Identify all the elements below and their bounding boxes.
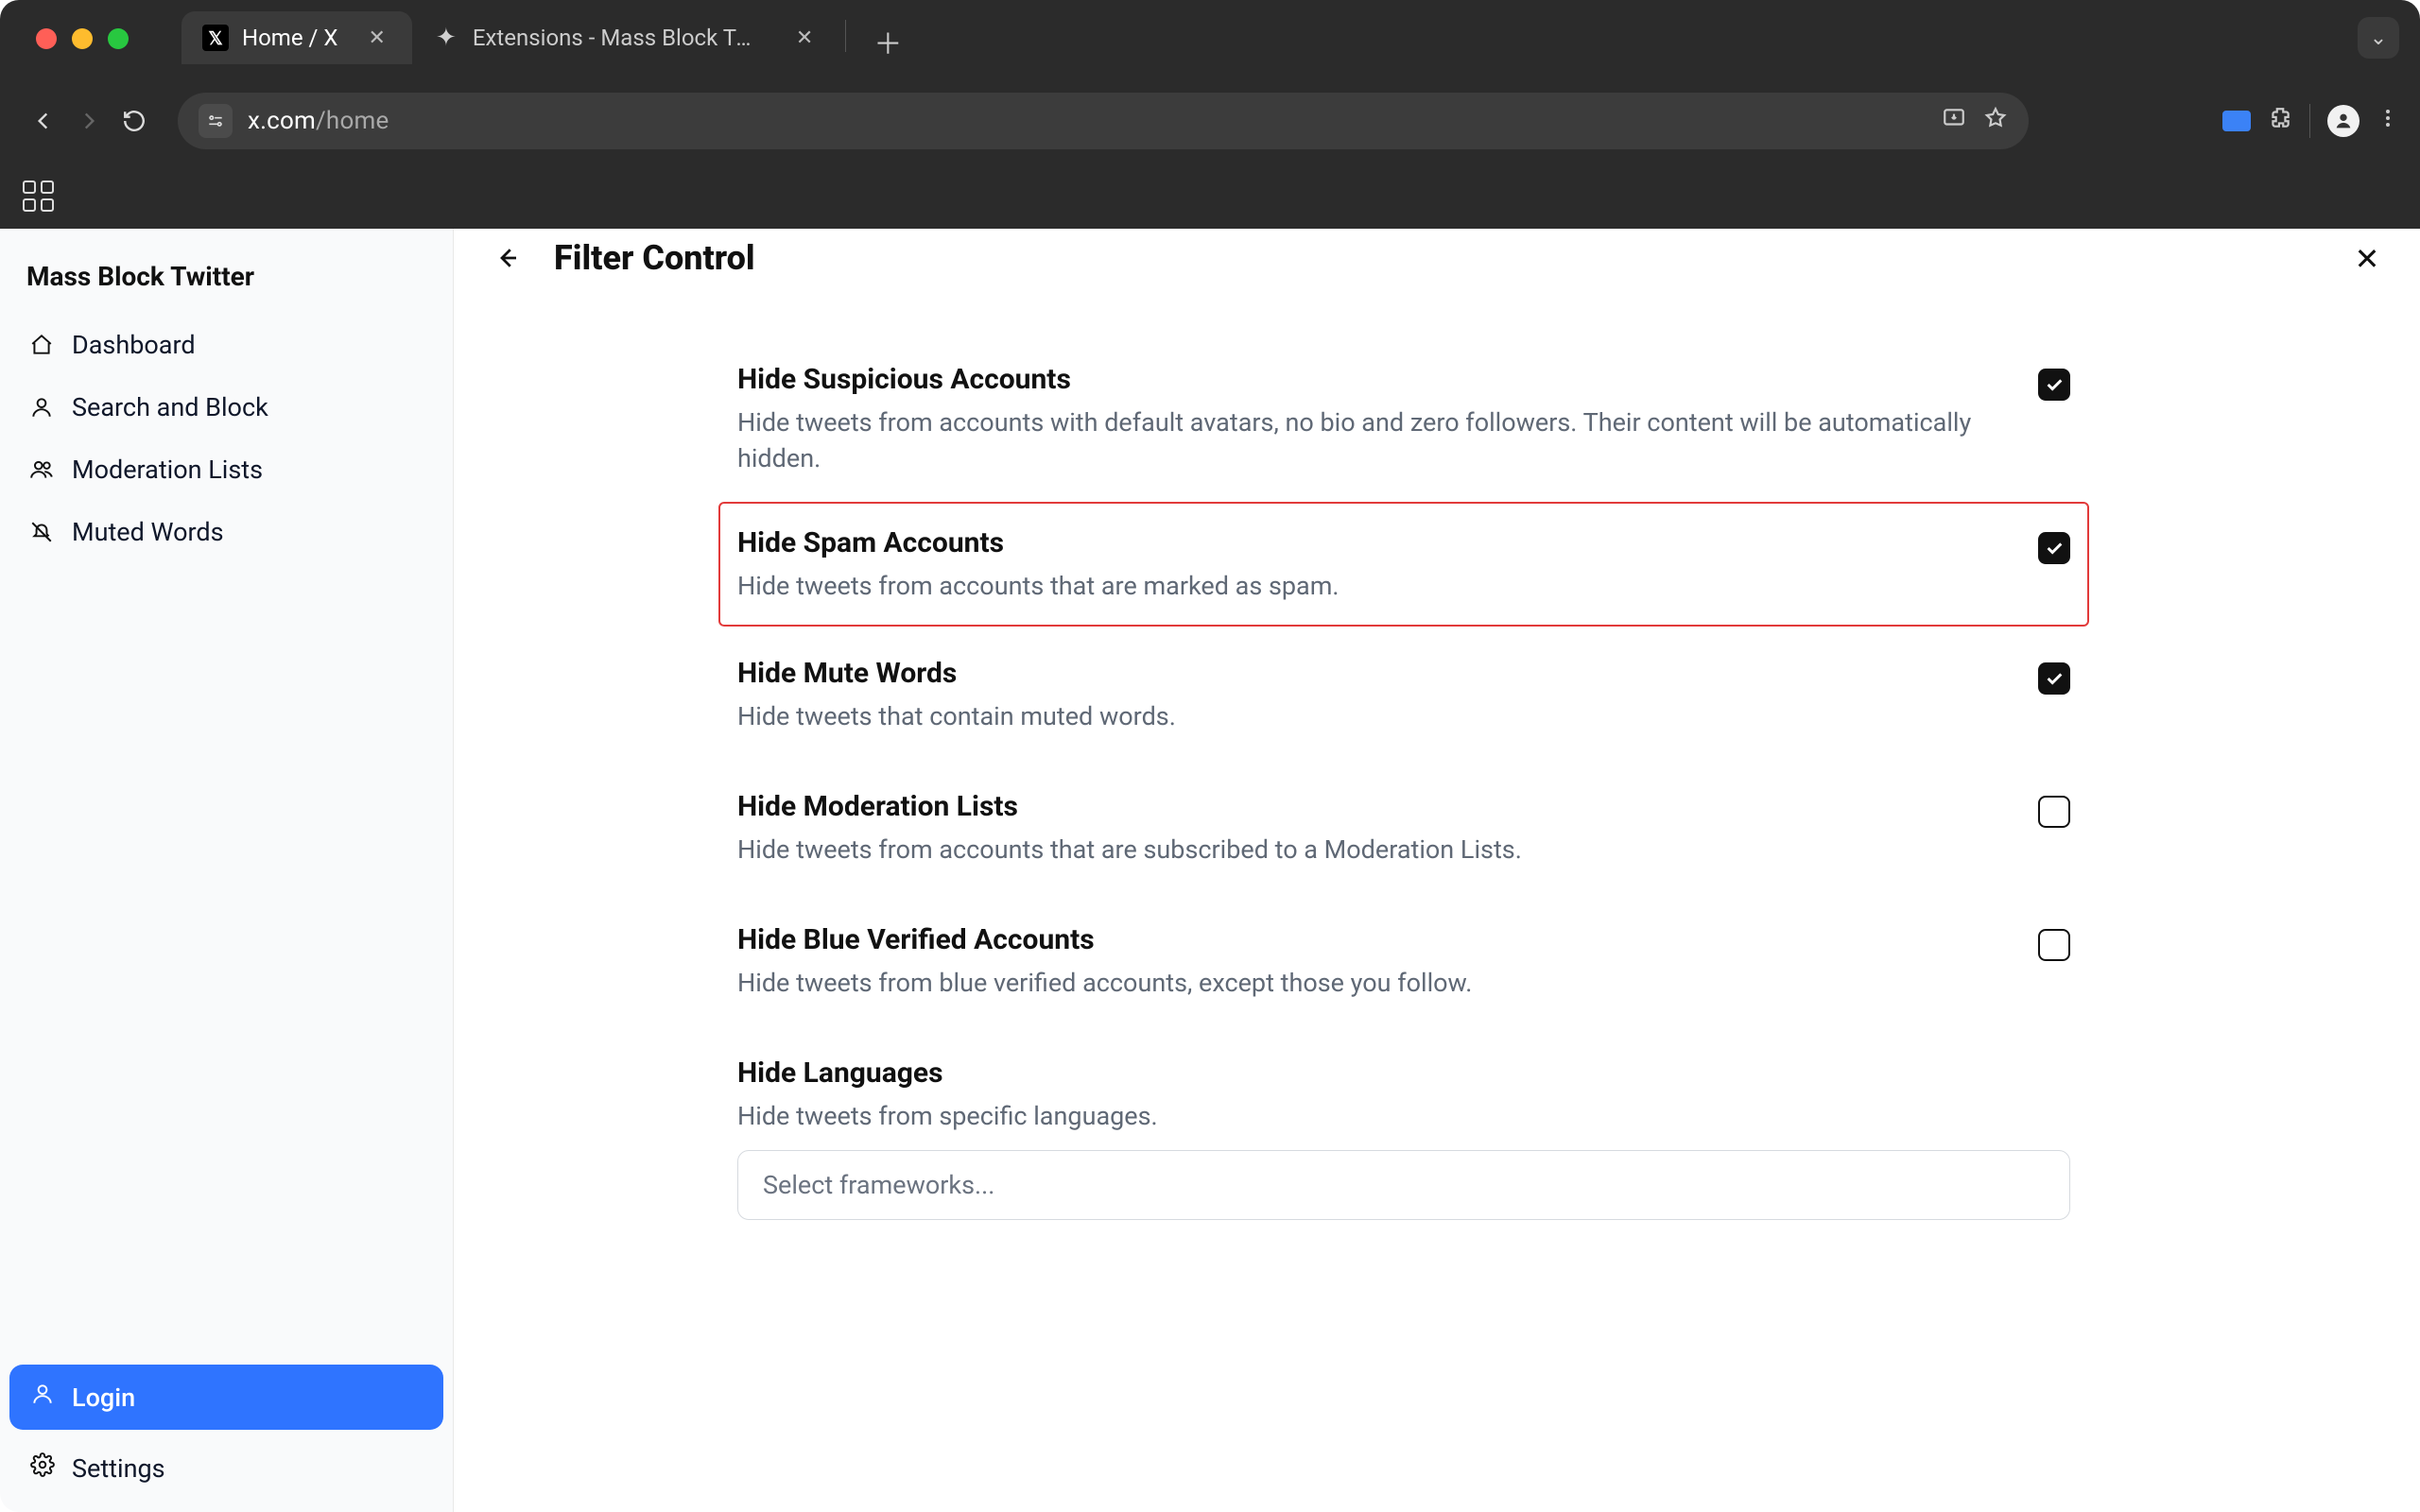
- filter-description: Hide tweets from accounts that are marke…: [737, 569, 2010, 605]
- browser-chrome: 𝕏 Home / X ✕ ✦ Extensions - Mass Block T…: [0, 0, 2420, 229]
- nav-forward-button[interactable]: [66, 98, 112, 144]
- user-outline-icon: [30, 1382, 55, 1413]
- sidebar-item-muted-words[interactable]: Muted Words: [9, 502, 443, 562]
- url-host: x.com: [248, 107, 316, 135]
- user-icon: [28, 394, 55, 421]
- bookmark-star-icon[interactable]: [1983, 106, 2008, 137]
- filter-row-spam: Hide Spam Accounts Hide tweets from acco…: [718, 502, 2089, 627]
- install-app-icon[interactable]: [1942, 106, 1966, 137]
- tabstrip: 𝕏 Home / X ✕ ✦ Extensions - Mass Block T…: [182, 8, 910, 64]
- gear-icon: [30, 1452, 55, 1484]
- filter-settings-panel: Hide Suspicious Accounts Hide tweets fro…: [718, 333, 2089, 1245]
- extension-favicon-icon: ✦: [433, 25, 459, 51]
- login-button[interactable]: Login: [9, 1365, 443, 1430]
- filter-checkbox-blue-verified[interactable]: [2038, 929, 2070, 961]
- filter-checkbox-spam[interactable]: [2038, 532, 2070, 564]
- settings-label: Settings: [72, 1453, 165, 1484]
- page-title: Filter Control: [554, 238, 755, 278]
- window-controls: [36, 28, 129, 49]
- page-header: Filter Control: [488, 238, 755, 278]
- bell-off-icon: [28, 519, 55, 545]
- filter-title: Hide Suspicious Accounts: [737, 363, 2010, 396]
- filter-checkbox-moderation-lists[interactable]: [2038, 796, 2070, 828]
- back-button[interactable]: [488, 239, 526, 277]
- toolbar-separator: [2309, 104, 2310, 138]
- sidebar-item-label: Search and Block: [72, 392, 268, 422]
- url-path: /home: [316, 107, 389, 135]
- nav-reload-button[interactable]: [112, 98, 157, 144]
- window-zoom-button[interactable]: [108, 28, 129, 49]
- sidebar-item-dashboard[interactable]: Dashboard: [9, 315, 443, 375]
- x-favicon-icon: 𝕏: [202, 25, 229, 51]
- site-settings-icon[interactable]: [199, 104, 233, 138]
- profile-avatar-button[interactable]: [2327, 105, 2360, 137]
- users-icon: [28, 456, 55, 483]
- filter-title: Hide Blue Verified Accounts: [737, 923, 2010, 956]
- filter-description: Hide tweets that contain muted words.: [737, 699, 2010, 735]
- kebab-menu-icon[interactable]: [2377, 107, 2399, 136]
- filter-description: Hide tweets from accounts that are subsc…: [737, 833, 2010, 868]
- filter-title: Hide Moderation Lists: [737, 790, 2010, 823]
- tab-title: Home / X: [242, 25, 337, 51]
- filter-description: Hide tweets from specific languages.: [737, 1099, 2070, 1135]
- sidebar-item-search-block[interactable]: Search and Block: [9, 377, 443, 438]
- nav-back-button[interactable]: [21, 98, 66, 144]
- tab-separator: [845, 20, 846, 52]
- sidebar-item-label: Dashboard: [72, 330, 196, 360]
- tabs-overflow-button[interactable]: ⌄: [2358, 17, 2399, 59]
- sidebar-item-settings[interactable]: Settings: [9, 1437, 443, 1499]
- filter-row-suspicious: Hide Suspicious Accounts Hide tweets fro…: [718, 333, 2089, 502]
- page: Mass Block Twitter Dashboard Search and …: [0, 229, 2420, 1512]
- filter-row-blue-verified: Hide Blue Verified Accounts Hide tweets …: [718, 893, 2089, 1026]
- new-tab-button[interactable]: ＋: [865, 19, 910, 64]
- home-icon: [28, 332, 55, 358]
- window-minimize-button[interactable]: [72, 28, 93, 49]
- window-close-button[interactable]: [36, 28, 57, 49]
- sidebar-item-label: Muted Words: [72, 517, 224, 547]
- sidebar-item-label: Moderation Lists: [72, 455, 263, 485]
- filter-title: Hide Mute Words: [737, 657, 2010, 690]
- filter-row-languages: Hide Languages Hide tweets from specific…: [718, 1026, 2089, 1245]
- filter-title: Hide Languages: [737, 1057, 2070, 1090]
- filter-description: Hide tweets from accounts with default a…: [737, 405, 2010, 477]
- filter-row-moderation-lists: Hide Moderation Lists Hide tweets from a…: [718, 760, 2089, 893]
- tab-home-x[interactable]: 𝕏 Home / X ✕: [182, 11, 412, 64]
- sidebar: Mass Block Twitter Dashboard Search and …: [0, 229, 454, 1512]
- sidebar-item-moderation-lists[interactable]: Moderation Lists: [9, 439, 443, 500]
- omnibox[interactable]: x.com/home: [178, 93, 2029, 149]
- tab-close-button[interactable]: ✕: [796, 26, 813, 50]
- sidebar-title: Mass Block Twitter: [9, 251, 443, 315]
- filter-checkbox-mute-words[interactable]: [2038, 662, 2070, 695]
- language-select[interactable]: Select frameworks...: [737, 1150, 2070, 1220]
- filter-description: Hide tweets from blue verified accounts,…: [737, 966, 2010, 1002]
- select-placeholder: Select frameworks...: [763, 1170, 994, 1200]
- main-content: Filter Control ✕ Hide Suspicious Account…: [454, 229, 2420, 1512]
- toolbar: x.com/home: [0, 87, 2420, 155]
- tab-close-button[interactable]: ✕: [368, 26, 385, 50]
- bookmarks-bar: [0, 164, 2420, 229]
- extensions-icon[interactable]: [2268, 106, 2292, 137]
- login-label: Login: [72, 1383, 135, 1413]
- sidebar-nav: Dashboard Search and Block Moderation Li…: [9, 315, 443, 562]
- filter-row-mute-words: Hide Mute Words Hide tweets that contain…: [718, 627, 2089, 760]
- extension-indicator-icon[interactable]: [2222, 111, 2251, 131]
- filter-checkbox-suspicious[interactable]: [2038, 369, 2070, 401]
- filter-title: Hide Spam Accounts: [737, 526, 2010, 559]
- apps-grid-icon[interactable]: [23, 180, 55, 213]
- tab-extensions[interactable]: ✦ Extensions - Mass Block Twit… ✕: [412, 11, 839, 64]
- close-button[interactable]: ✕: [2348, 240, 2386, 278]
- url-text: x.com/home: [248, 107, 389, 135]
- tab-title: Extensions - Mass Block Twit…: [473, 25, 766, 51]
